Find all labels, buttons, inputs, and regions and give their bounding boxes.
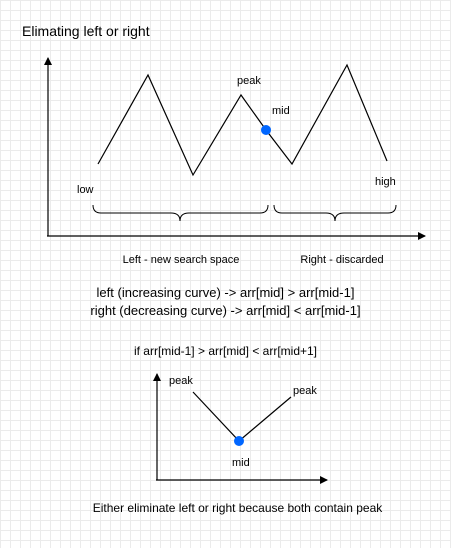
left-brace bbox=[92, 204, 269, 222]
valley-curve bbox=[192, 391, 292, 442]
high-label: high bbox=[375, 176, 396, 188]
diagram1-axes bbox=[44, 57, 426, 240]
mid-label: mid bbox=[272, 105, 290, 117]
right-space-label: Right - discarded bbox=[300, 254, 383, 266]
diagram-canvas: low peak mid high Left - new search spac… bbox=[44, 57, 426, 484]
peak-right-label: peak bbox=[293, 385, 317, 397]
valley-mid-point bbox=[234, 436, 244, 446]
valley-mid-label: mid bbox=[232, 457, 250, 469]
left-condition-text: left (increasing curve) -> arr[mid] > ar… bbox=[96, 285, 355, 300]
valley-condition-text: if arr[mid-1] > arr[mid] < arr[mid+1] bbox=[133, 344, 318, 358]
right-brace bbox=[273, 204, 397, 222]
mid-point bbox=[261, 125, 271, 135]
peak-left-label: peak bbox=[169, 375, 193, 387]
footer-text: Either eliminate left or right because b… bbox=[92, 501, 383, 515]
right-condition-text: right (decreasing curve) -> arr[mid] < a… bbox=[90, 303, 361, 318]
low-label: low bbox=[77, 184, 94, 196]
peak-label: peak bbox=[237, 75, 261, 87]
left-space-label: Left - new search space bbox=[123, 254, 240, 266]
